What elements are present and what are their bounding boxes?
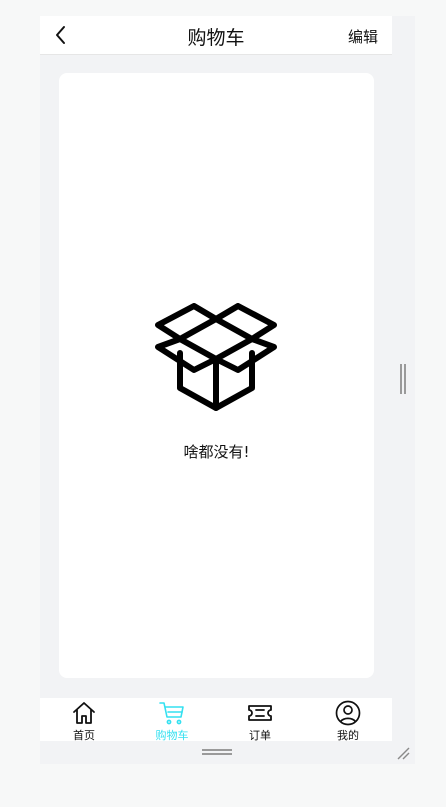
chevron-left-icon <box>56 26 65 44</box>
tab-profile-label: 我的 <box>337 729 359 741</box>
vertical-resize-area <box>392 16 415 741</box>
resize-corner-icon[interactable] <box>396 746 410 760</box>
app-viewport: 购物车 编辑 啥都没有! 首页 购物车 订单 我的 <box>40 16 392 741</box>
edit-button[interactable]: 编辑 <box>348 26 378 47</box>
tab-home[interactable]: 首页 <box>40 698 128 741</box>
tab-orders-label: 订单 <box>249 729 271 741</box>
user-icon <box>335 700 361 726</box>
cart-icon <box>159 702 184 725</box>
tab-cart-label: 购物车 <box>155 729 189 741</box>
open-box-icon <box>155 303 277 411</box>
home-icon <box>73 702 95 724</box>
vertical-resize-handle[interactable] <box>400 364 406 394</box>
back-button[interactable] <box>50 24 72 46</box>
tab-orders[interactable]: 订单 <box>216 698 304 741</box>
tab-cart[interactable]: 购物车 <box>128 698 216 741</box>
device-frame: 购物车 编辑 啥都没有! 首页 购物车 订单 我的 <box>40 16 415 764</box>
cart-content-card: 啥都没有! <box>59 73 374 678</box>
empty-state-message: 啥都没有! <box>183 443 250 461</box>
tab-profile[interactable]: 我的 <box>304 698 392 741</box>
tab-home-label: 首页 <box>73 729 95 741</box>
horizontal-resize-handle[interactable] <box>202 749 232 755</box>
horizontal-resize-area <box>40 741 415 764</box>
bottom-tab-bar: 首页 购物车 订单 我的 <box>40 698 392 741</box>
ticket-icon <box>248 705 272 721</box>
top-nav-bar: 购物车 编辑 <box>40 16 392 55</box>
page-title: 购物车 <box>187 27 245 49</box>
